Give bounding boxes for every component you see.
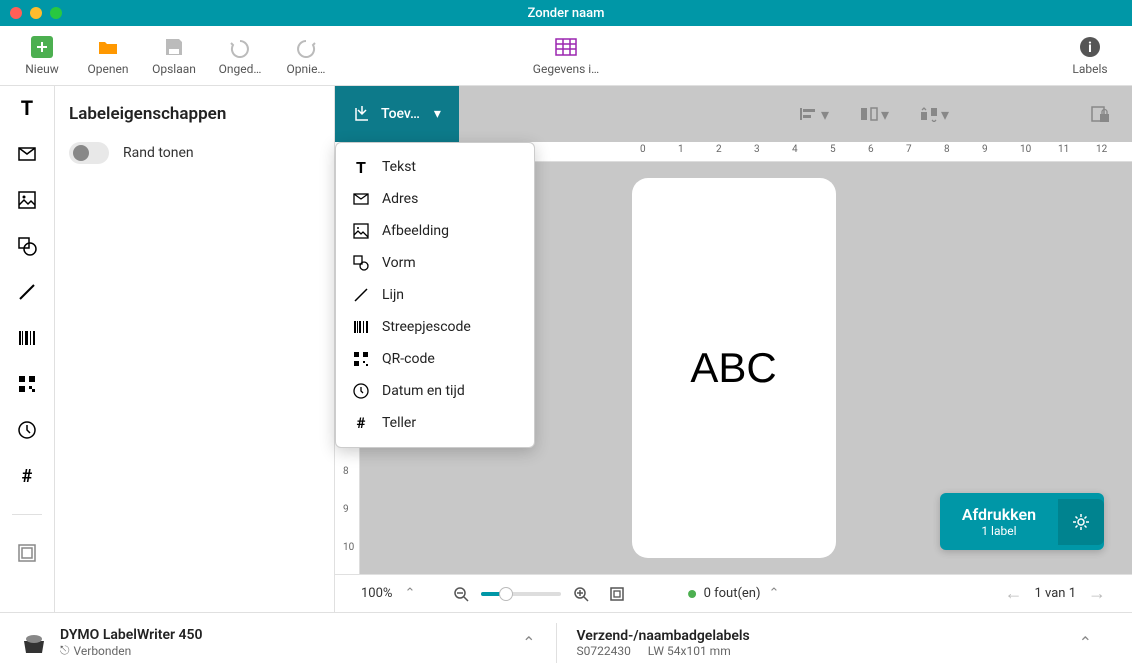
prev-page-icon[interactable]: ←: [1004, 583, 1022, 604]
svg-text:#: #: [357, 415, 366, 431]
main-toolbar: Nieuw Openen Opslaan Onged… Opnie…: [0, 26, 1132, 86]
minimize-window[interactable]: [30, 7, 42, 19]
close-window[interactable]: [10, 7, 22, 19]
next-page-icon[interactable]: →: [1088, 583, 1106, 604]
import-button[interactable]: Gegevens i…: [526, 36, 606, 76]
left-toolbar: T #: [0, 86, 55, 612]
zoom-out-icon[interactable]: [453, 586, 469, 602]
dd-datetime[interactable]: Datum en tijd: [336, 375, 534, 407]
label-text[interactable]: ABC: [690, 344, 776, 392]
line-tool-icon[interactable]: [15, 280, 39, 304]
error-count: 0 fout(en): [704, 586, 761, 601]
printer-expand-icon[interactable]: ⌃: [522, 633, 535, 652]
image-tool-icon[interactable]: [15, 188, 39, 212]
chevron-down-icon: ▾: [434, 106, 441, 122]
plus-icon: [31, 36, 53, 58]
envelope-icon: [352, 190, 370, 208]
undo-icon: [229, 36, 251, 58]
status-dot-icon: [688, 590, 696, 598]
label-size: LW 54x101 mm: [648, 644, 731, 658]
canvas-statusbar: 100% ⌃ 0 fout(en) ⌃ ← 1 van 1 →: [335, 574, 1132, 612]
redo-icon: [295, 36, 317, 58]
panel-title: Labeleigenschappen: [69, 104, 320, 124]
label-sku: S0722430: [577, 644, 631, 658]
save-icon: [163, 36, 185, 58]
chevron-up-icon[interactable]: ⌃: [769, 586, 780, 601]
print-button[interactable]: Afdrukken 1 label: [940, 493, 1104, 550]
svg-text:T: T: [21, 98, 33, 118]
gear-icon: [1072, 513, 1090, 531]
maximize-window[interactable]: [50, 7, 62, 19]
barcode-tool-icon[interactable]: [15, 326, 39, 350]
svg-text:T: T: [356, 159, 366, 175]
label-expand-icon[interactable]: ⌃: [1079, 633, 1092, 652]
show-border-label: Rand tonen: [123, 145, 194, 161]
page-indicator: 1 van 1: [1034, 586, 1076, 601]
table-icon: [555, 36, 577, 58]
zoom-slider[interactable]: [481, 592, 561, 596]
printer-name: DYMO LabelWriter 450: [60, 627, 203, 643]
open-button[interactable]: Openen: [84, 36, 132, 76]
redo-button[interactable]: Opnie…: [282, 36, 330, 76]
dd-text[interactable]: TTekst: [336, 151, 534, 183]
window-title: Zonder naam: [527, 6, 604, 21]
text-icon: T: [352, 158, 370, 176]
qrcode-icon: [352, 350, 370, 368]
zoom-in-icon[interactable]: [573, 586, 589, 602]
canvas-area: Toev… ▾ TTekst Adres Afbeelding Vorm Lij…: [335, 86, 1132, 612]
address-tool-icon[interactable]: [15, 142, 39, 166]
dd-image[interactable]: Afbeelding: [336, 215, 534, 247]
show-border-toggle[interactable]: [69, 142, 109, 164]
add-button[interactable]: Toev… ▾: [335, 86, 459, 142]
labels-button[interactable]: i Labels: [1066, 36, 1114, 76]
counter-tool-icon[interactable]: #: [15, 464, 39, 488]
printer-icon: [20, 631, 48, 655]
info-icon: i: [1079, 36, 1101, 58]
dd-shape[interactable]: Vorm: [336, 247, 534, 279]
hash-icon: #: [352, 414, 370, 432]
add-dropdown: TTekst Adres Afbeelding Vorm Lijn Streep…: [335, 142, 535, 448]
svg-text:#: #: [22, 466, 33, 486]
shape-icon: [352, 254, 370, 272]
label-preview[interactable]: ABC: [632, 178, 836, 558]
barcode-icon: [352, 318, 370, 336]
new-button[interactable]: Nieuw: [18, 36, 66, 76]
align-left-icon[interactable]: ▾: [799, 105, 829, 124]
datetime-tool-icon[interactable]: [15, 418, 39, 442]
undo-button[interactable]: Onged…: [216, 36, 264, 76]
align-distribute-icon[interactable]: ▾: [859, 105, 889, 124]
qrcode-tool-icon[interactable]: [15, 372, 39, 396]
dd-barcode[interactable]: Streepjescode: [336, 311, 534, 343]
text-tool-icon[interactable]: T: [15, 96, 39, 120]
lock-icon[interactable]: [1090, 104, 1110, 124]
footer: DYMO LabelWriter 450 ⎋ Verbonden ⌃ Verzen…: [0, 612, 1132, 672]
canvas-toolbar: Toev… ▾ TTekst Adres Afbeelding Vorm Lij…: [335, 86, 1132, 142]
save-button[interactable]: Opslaan: [150, 36, 198, 76]
line-icon: [352, 286, 370, 304]
clock-icon: [352, 382, 370, 400]
arrange-icon[interactable]: ▾: [919, 105, 949, 124]
label-type: Verzend-/naambadgelabels: [577, 628, 750, 644]
image-icon: [352, 222, 370, 240]
titlebar: Zonder naam: [0, 0, 1132, 26]
dd-qrcode[interactable]: QR-code: [336, 343, 534, 375]
svg-text:i: i: [1088, 40, 1092, 56]
dd-address[interactable]: Adres: [336, 183, 534, 215]
usb-icon: ⎋: [60, 643, 70, 658]
print-settings-button[interactable]: [1058, 499, 1104, 545]
dd-counter[interactable]: #Teller: [336, 407, 534, 439]
properties-panel: Labeleigenschappen Rand tonen: [55, 86, 335, 612]
printer-status: Verbonden: [74, 644, 132, 658]
shape-tool-icon[interactable]: [15, 234, 39, 258]
chevron-up-icon[interactable]: ⌃: [404, 586, 415, 601]
add-icon: [353, 105, 371, 123]
fit-icon[interactable]: [609, 586, 625, 602]
window-controls: [10, 7, 62, 19]
zoom-level: 100%: [361, 586, 392, 601]
dd-line[interactable]: Lijn: [336, 279, 534, 311]
layout-tool-icon[interactable]: [15, 541, 39, 565]
folder-icon: [97, 36, 119, 58]
